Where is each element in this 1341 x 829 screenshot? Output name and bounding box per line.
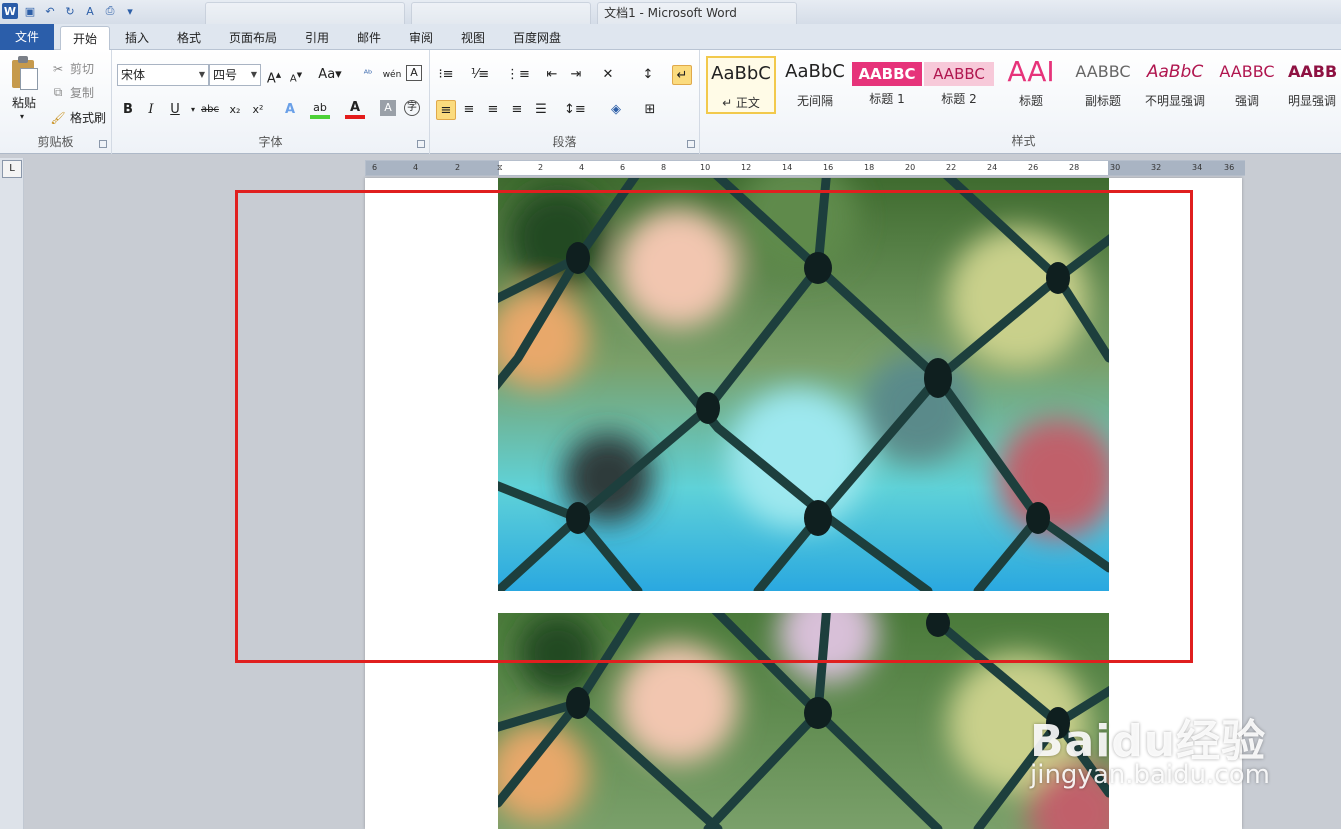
text-effects-button[interactable]: A — [280, 100, 300, 120]
copy-button[interactable]: ⧉ 复制 — [50, 84, 94, 101]
style-subtitle[interactable]: AABBC 副标题 — [1068, 56, 1138, 114]
style-subtle-emphasis[interactable]: AaBbC 不明显强调 — [1140, 56, 1210, 114]
cut-button[interactable]: ✂ 剪切 — [50, 60, 94, 77]
phonetic-guide-icon[interactable]: wén — [382, 65, 402, 85]
style-intense-emphasis[interactable]: AABB 明显强调 — [1282, 56, 1341, 114]
show-marks-icon[interactable]: ↵ — [672, 65, 692, 85]
superscript-button[interactable]: x² — [248, 100, 268, 120]
paragraph-group: ⁝≡ ⅟≡ ⋮≡ ⇤ ⇥ ✕ ↕ ↵ ≡ ≡ ≡ ≡ ☰ ↕≡ ◈ ⊞ 段落 — [430, 50, 700, 154]
change-case-button[interactable]: Aa▾ — [316, 65, 344, 85]
grow-font-button[interactable]: A▲ — [264, 65, 284, 86]
tab-baidu-netdisk[interactable]: 百度网盘 — [504, 26, 570, 50]
clipboard-group: 粘贴 ▾ ✂ 剪切 ⧉ 复制 🖌 格式刷 剪贴板 — [0, 50, 112, 154]
indent-marker-icon[interactable]: ⧖ — [497, 163, 503, 173]
paste-icon[interactable] — [8, 56, 40, 90]
line-spacing-icon[interactable]: ↕≡ — [564, 100, 586, 120]
tab-view[interactable]: 视图 — [452, 26, 494, 50]
style-heading-1[interactable]: AABBC 标题 1 — [852, 56, 922, 114]
scissors-icon: ✂ — [52, 61, 64, 76]
horizontal-ruler[interactable]: 6 4 2 ⧖ 2 4 6 8 10 12 14 16 18 20 22 24 … — [365, 160, 1245, 176]
tab-insert[interactable]: 插入 — [114, 26, 160, 50]
font-dialog-launcher[interactable] — [417, 140, 425, 148]
brush-icon: 🖌 — [50, 110, 66, 125]
vertical-ruler-rail — [0, 158, 24, 829]
italic-button[interactable]: I — [141, 100, 161, 120]
baidu-jingyan-watermark: Baidu经验 jingyan.baidu.com — [1030, 680, 1330, 800]
align-left-icon[interactable]: ≡ — [436, 100, 456, 120]
style-title[interactable]: AAI 标题 — [996, 56, 1066, 114]
multilevel-list-icon[interactable]: ⋮≡ — [506, 65, 530, 85]
style-heading-2[interactable]: AABBC 标题 2 — [924, 56, 994, 114]
shading-icon[interactable]: ◈ — [606, 100, 626, 120]
align-right-icon[interactable]: ≡ — [483, 100, 503, 120]
tab-review[interactable]: 审阅 — [400, 26, 442, 50]
tab-file[interactable]: 文件 — [0, 24, 54, 50]
ribbon-tabs: 文件 开始 插入 格式 页面布局 引用 邮件 审阅 视图 百度网盘 — [0, 24, 1341, 51]
clipboard-dialog-launcher[interactable] — [99, 140, 107, 148]
shrink-font-button[interactable]: A▼ — [286, 65, 306, 85]
tab-format[interactable]: 格式 — [166, 26, 212, 50]
chinese-layout-icon[interactable]: ✕ — [598, 65, 618, 85]
justify-icon[interactable]: ≡ — [507, 100, 527, 120]
font-group: 宋体 ▼ 四号 ▼ A▲ A▼ Aa▾ ᴬᵇ wén A B I U ▾ abc x… — [112, 50, 430, 154]
title-bar: W ▣ ↶ ↻ A ⎙ ▾ 文档1 - Microsoft Word — [0, 0, 1341, 24]
font-name-select[interactable]: 宋体 ▼ — [117, 64, 209, 86]
font-group-label: 字体 — [258, 135, 283, 149]
tab-mailings[interactable]: 邮件 — [348, 26, 390, 50]
styles-group-label: 样式 — [1011, 134, 1036, 148]
font-color-button[interactable]: A — [345, 100, 365, 120]
tab-page-layout[interactable]: 页面布局 — [222, 26, 284, 50]
watermark-url: jingyan.baidu.com — [1030, 760, 1270, 790]
increase-indent-icon[interactable]: ⇥ — [566, 65, 586, 85]
character-shading-icon[interactable]: A — [380, 100, 396, 116]
style-normal[interactable]: AaBbC ↵ 正文 — [706, 56, 776, 114]
borders-icon[interactable]: ⊞ — [640, 100, 660, 120]
paste-dropdown-icon[interactable]: ▾ — [20, 112, 24, 121]
tab-selector[interactable]: L — [2, 160, 22, 178]
clipboard-group-label: 剪贴板 — [37, 135, 74, 149]
paragraph-group-label: 段落 — [552, 135, 577, 149]
style-emphasis[interactable]: AABBC 强调 — [1212, 56, 1282, 114]
bold-button[interactable]: B — [118, 100, 138, 120]
decrease-indent-icon[interactable]: ⇤ — [542, 65, 562, 85]
clear-format-icon[interactable]: ᴬᵇ — [358, 65, 378, 85]
bullets-icon[interactable]: ⁝≡ — [436, 65, 456, 85]
distributed-icon[interactable]: ☰ — [531, 100, 551, 120]
highlight-color-button[interactable]: ab — [310, 100, 330, 120]
window-title: 文档1 - Microsoft Word — [604, 6, 737, 20]
enclose-characters-icon[interactable]: 字 — [404, 100, 420, 116]
subscript-button[interactable]: x₂ — [225, 100, 245, 120]
sort-icon[interactable]: ↕ — [638, 65, 658, 85]
tab-home[interactable]: 开始 — [60, 26, 110, 51]
format-painter-button[interactable]: 🖌 格式刷 — [50, 109, 106, 126]
numbering-icon[interactable]: ⅟≡ — [470, 65, 490, 85]
character-border-icon[interactable]: A — [406, 65, 422, 81]
highlight-rectangle — [235, 190, 1193, 663]
strikethrough-button[interactable]: abc — [200, 100, 220, 120]
tab-references[interactable]: 引用 — [296, 26, 338, 50]
paragraph-dialog-launcher[interactable] — [687, 140, 695, 148]
style-no-spacing[interactable]: AaBbC 无间隔 — [780, 56, 850, 114]
ribbon: 粘贴 ▾ ✂ 剪切 ⧉ 复制 🖌 格式刷 剪贴板 宋体 ▼ 四号 ▼ A▲ A▼ Aa▾ … — [0, 50, 1341, 154]
font-size-select[interactable]: 四号 ▼ — [209, 64, 261, 86]
styles-gallery: AaBbC ↵ 正文 AaBbC 无间隔 AABBC 标题 1 AABBC 标题… — [706, 56, 1341, 116]
copy-icon: ⧉ — [53, 85, 63, 99]
paste-button[interactable]: 粘贴 — [12, 94, 36, 111]
align-center-icon[interactable]: ≡ — [459, 100, 479, 120]
underline-button[interactable]: U — [165, 100, 185, 120]
